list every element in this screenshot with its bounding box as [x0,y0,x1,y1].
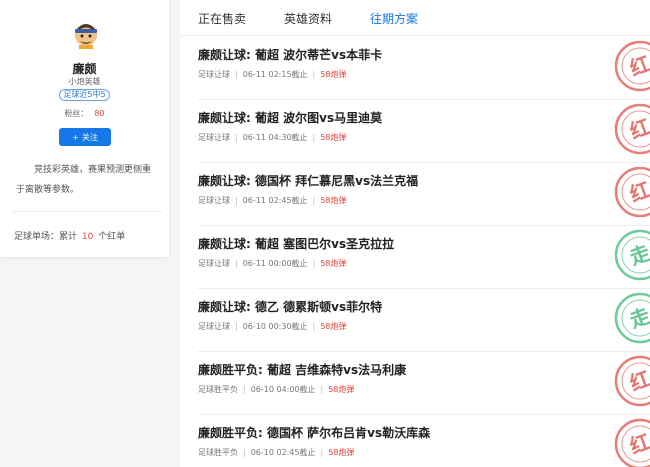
plan-meta: 足球胜平负 | 06-10 04:00截止 | 58炮弹 [198,384,354,395]
expert-description: 竞技彩英雄，赛果预测更侧重于离散等参数。 [16,165,152,195]
meta-separator: | [235,196,238,205]
plan-type: 足球让球 [198,133,230,142]
plan-type: 足球胜平负 [198,385,238,394]
plan-price: 58炮弹 [320,322,347,331]
red-win-stamp-icon: 红 [614,418,650,467]
plan-deadline: 06-11 04:30截止 [242,133,308,142]
fans-label: 粉丝： [64,109,89,118]
stamp-result: 红 [626,51,650,80]
plan-deadline: 06-10 04:00截止 [250,385,316,394]
record-suffix: 个红单 [98,232,126,242]
stamp-result: 红 [626,177,650,206]
stamp-result: 走 [626,240,650,269]
meta-separator: | [243,448,246,457]
plan-meta: 足球让球 | 06-11 04:30截止 | 58炮弹 [198,132,346,143]
plan-row[interactable]: 廉颇让球: 葡超 塞图巴尔vs圣克拉拉足球让球 | 06-11 00:00截止 | 58… [198,225,650,289]
plan-row[interactable]: 廉颇让球: 葡超 波尔蒂芒vs本菲卡足球让球 | 06-11 02:15截止 | 58炮… [198,36,650,100]
plan-type: 足球胜平负 [198,448,238,457]
fans-count: 粉丝： 80 [0,108,169,119]
meta-separator: | [312,133,316,142]
plan-row[interactable]: 廉颇让球: 葡超 波尔图vs马里迪莫足球让球 | 06-11 04:30截止 | 58炮… [198,99,650,163]
plan-meta: 足球让球 | 06-11 02:45截止 | 58炮弹 [198,195,346,206]
plan-type: 足球让球 [198,259,230,268]
meta-separator: | [312,196,316,205]
plan-price: 58炮弹 [328,385,355,394]
divider [12,211,162,212]
plus-icon: + [72,132,79,142]
fans-number: 80 [94,109,105,118]
stamp-result: 红 [626,366,650,395]
tab-on-sale[interactable]: 正在售卖 [198,10,246,27]
expert-profile-card: 廉颇 小炮英雄 足球近5中5 粉丝： 80 + 关注 竞技彩英雄，赛果预测更侧重于… [0,0,169,257]
red-record: 足球单场：累计 10 个红单 [14,229,125,242]
plan-price: 58炮弹 [320,259,347,268]
plan-deadline: 06-11 02:15截止 [242,70,308,79]
plan-type: 足球让球 [198,196,230,205]
plan-row[interactable]: 廉颇胜平负: 德国杯 萨尔布吕肯vs勒沃库森足球胜平负 | 06-10 02:45截… [198,414,650,467]
follow-label: 关注 [81,132,98,142]
plan-row[interactable]: 廉颇胜平负: 葡超 吉维森特vs法马利康足球胜平负 | 06-10 04:00截止 |… [198,351,650,415]
plan-meta: 足球让球 | 06-11 02:15截止 | 58炮弹 [198,69,346,80]
plan-row[interactable]: 廉颇让球: 德乙 德累斯顿vs菲尔特足球让球 | 06-10 00:30截止 | 58炮… [198,288,650,352]
plan-list-panel: 正在售卖 英雄资料 往期方案 廉颇让球: 葡超 波尔蒂芒vs本菲卡足球让球 | 06… [180,0,650,467]
meta-separator: | [235,322,238,331]
meta-separator: | [235,133,238,142]
plan-deadline: 06-11 00:00截止 [242,259,308,268]
red-win-stamp-icon: 红 [614,40,650,92]
plan-price: 58炮弹 [320,196,347,205]
plan-title[interactable]: 廉颇让球: 德乙 德累斯顿vs菲尔特 [198,298,382,315]
plan-deadline: 06-10 00:30截止 [242,322,308,331]
plan-title[interactable]: 廉颇让球: 葡超 波尔图vs马里迪莫 [198,109,382,126]
red-win-stamp-icon: 红 [614,355,650,407]
expert-title: 小炮英雄 [68,77,101,86]
red-win-stamp-icon: 红 [614,166,650,218]
record-count: 10 [81,232,94,242]
plan-row[interactable]: 廉颇让球: 德国杯 拜仁慕尼黑vs法兰克福足球让球 | 06-11 02:45截止 |… [198,162,650,226]
plan-meta: 足球胜平负 | 06-10 02:45截止 | 58炮弹 [198,447,354,458]
plan-type: 足球让球 [198,70,230,79]
plan-meta: 足球让球 | 06-10 00:30截止 | 58炮弹 [198,321,346,332]
plan-title[interactable]: 廉颇胜平负: 葡超 吉维森特vs法马利康 [198,361,406,378]
plan-type: 足球让球 [198,322,230,331]
tab-hero-profile[interactable]: 英雄资料 [284,10,332,27]
plan-deadline: 06-10 02:45截止 [250,448,316,457]
plan-price: 58炮弹 [328,448,355,457]
meta-separator: | [312,259,316,268]
plan-price: 58炮弹 [320,70,347,79]
meta-separator: | [235,259,238,268]
plan-price: 58炮弹 [320,133,347,142]
meta-separator: | [312,70,316,79]
meta-separator: | [312,322,316,331]
push-stamp-icon: 走 [614,229,650,281]
meta-separator: | [243,385,246,394]
follow-button[interactable]: + 关注 [59,128,111,146]
push-stamp-icon: 走 [614,292,650,344]
streak-badge: 足球近5中5 [59,89,110,101]
stamp-result: 走 [626,303,650,332]
meta-separator: | [320,385,324,394]
plan-deadline: 06-11 02:45截止 [242,196,308,205]
plan-meta: 足球让球 | 06-11 00:00截止 | 58炮弹 [198,258,346,269]
meta-separator: | [320,448,324,457]
plan-title[interactable]: 廉颇让球: 德国杯 拜仁慕尼黑vs法兰克福 [198,172,418,189]
expert-name: 廉颇 [72,62,97,76]
meta-separator: | [235,70,238,79]
tab-past-plans[interactable]: 往期方案 [370,10,418,27]
stamp-result: 红 [626,114,650,143]
red-win-stamp-icon: 红 [614,103,650,155]
stamp-result: 红 [626,429,650,458]
plan-title[interactable]: 廉颇胜平负: 德国杯 萨尔布吕肯vs勒沃库森 [198,424,430,441]
plan-title[interactable]: 廉颇让球: 葡超 波尔蒂芒vs本菲卡 [198,46,382,63]
plan-title[interactable]: 廉颇让球: 葡超 塞图巴尔vs圣克拉拉 [198,235,394,252]
avatar-icon[interactable] [70,18,102,50]
tab-bar: 正在售卖 英雄资料 往期方案 [180,0,650,36]
record-prefix: 足球单场：累计 [14,232,78,242]
